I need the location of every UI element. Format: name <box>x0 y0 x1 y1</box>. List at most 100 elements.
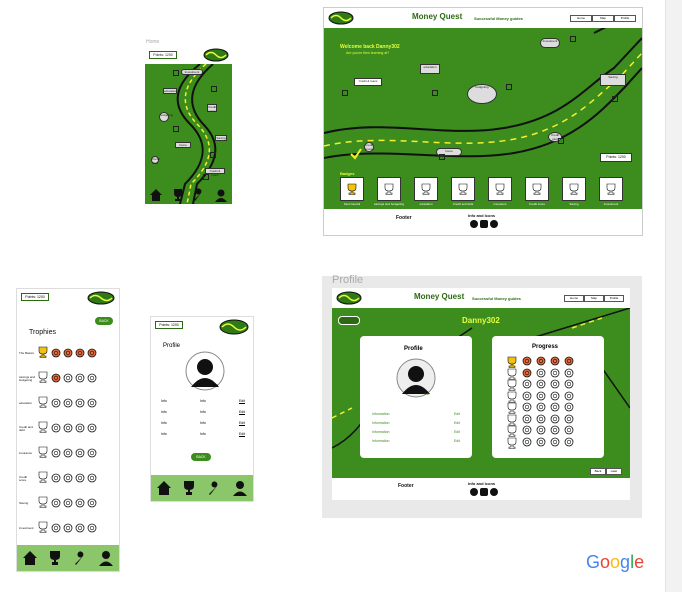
sign-credit-loans[interactable]: Credit & loans <box>354 78 382 86</box>
badge-item[interactable]: Fast Careful <box>340 177 364 206</box>
home-icon[interactable] <box>149 188 163 202</box>
profile-icon[interactable] <box>98 550 114 566</box>
level-checkbox[interactable] <box>558 138 564 144</box>
sign-saving[interactable]: Saving <box>215 135 227 141</box>
desktop-header: Money Quest Successful Money guides Home… <box>332 288 630 308</box>
sign-budget[interactable]: budgeting <box>467 84 497 104</box>
edit-link[interactable]: Edit <box>454 439 460 443</box>
trophy-icon[interactable] <box>181 480 197 496</box>
logo-icon[interactable] <box>328 11 354 25</box>
info-row: Info Info Edit <box>161 410 245 414</box>
edit-link[interactable]: Edit <box>454 421 460 425</box>
badge-label: savings and budgeting <box>373 202 405 206</box>
info-row: Information Edit <box>372 430 460 434</box>
vertical-scrollbar[interactable] <box>665 0 682 592</box>
home-icon[interactable] <box>156 480 172 496</box>
badge-item[interactable]: Saving <box>562 177 586 206</box>
edit-link[interactable]: Edit <box>239 432 245 436</box>
sign-investment[interactable]: Investment <box>540 38 560 48</box>
back-button[interactable]: BACK <box>191 453 211 461</box>
level-checkbox[interactable] <box>432 90 438 96</box>
badge-item[interactable]: Credit and debt <box>451 177 475 206</box>
wrench-icon[interactable] <box>73 550 89 566</box>
edit-link[interactable]: Edit <box>239 399 245 403</box>
facebook-icon[interactable] <box>470 220 478 228</box>
checkmark-icon <box>350 148 362 160</box>
nav-map[interactable]: Map <box>592 15 614 22</box>
trophy-icon[interactable] <box>47 550 63 566</box>
facebook-icon[interactable] <box>470 488 478 496</box>
nav-map[interactable]: Map <box>584 295 604 302</box>
level-checkbox[interactable] <box>612 96 618 102</box>
logo-icon[interactable] <box>87 291 115 305</box>
level-checkbox[interactable] <box>570 36 576 42</box>
edit-link[interactable]: Edit <box>239 421 245 425</box>
info-cell: Info <box>161 421 167 425</box>
nav-profile[interactable]: Profile <box>604 295 624 302</box>
sign-credit-card[interactable]: Credit card <box>151 156 160 165</box>
logo-icon[interactable] <box>219 319 249 335</box>
instagram-icon[interactable] <box>480 220 488 228</box>
level-checkbox[interactable] <box>173 126 179 132</box>
sign-home[interactable]: home <box>175 142 191 148</box>
edit-link[interactable]: Edit <box>454 412 460 416</box>
medal-icon <box>63 498 73 508</box>
badge-item[interactable]: insurance <box>488 177 512 206</box>
trophy-row-label: education <box>19 401 33 406</box>
sign-credit[interactable]: Credit scores <box>364 142 374 152</box>
avatar-icon[interactable] <box>396 358 436 398</box>
avatar-caption[interactable]: Edit <box>213 383 218 387</box>
level-checkbox[interactable] <box>211 86 217 92</box>
badge-item[interactable]: savings and budgeting <box>374 177 404 206</box>
sign-credit[interactable]: Credit scores <box>207 104 217 113</box>
sign-education[interactable]: education <box>420 64 440 74</box>
level-checkbox[interactable] <box>439 154 445 160</box>
nav-home[interactable]: Home <box>564 295 584 302</box>
nav-profile[interactable]: Profile <box>614 15 636 22</box>
avatar-caption[interactable]: Edit <box>424 392 429 396</box>
level-checkbox[interactable] <box>173 70 179 76</box>
desktop-profile-frame: Money Quest Successful Money guides Home… <box>332 288 630 500</box>
wrench-icon[interactable] <box>192 188 206 202</box>
medal-icon <box>87 373 97 383</box>
home-icon[interactable] <box>22 550 38 566</box>
back-button[interactable]: Back <box>590 468 606 475</box>
trophy-icon[interactable] <box>171 188 185 202</box>
back-button-small[interactable] <box>338 316 360 325</box>
level-checkbox[interactable] <box>203 174 209 180</box>
level-checkbox[interactable] <box>210 152 216 158</box>
instagram-icon[interactable] <box>480 488 488 496</box>
level-checkbox[interactable] <box>342 90 348 96</box>
wrench-icon[interactable] <box>207 480 223 496</box>
level-checkbox[interactable] <box>506 84 512 90</box>
badge-item[interactable]: education <box>414 177 438 206</box>
info-row: Information Edit <box>372 412 460 416</box>
medal-icon <box>550 437 560 446</box>
sign-investment[interactable]: Investment <box>181 69 203 75</box>
badge-label: Saving <box>569 202 579 206</box>
later-button[interactable]: Later <box>606 468 622 475</box>
sign-saving[interactable]: Saving <box>600 74 626 86</box>
profile-icon[interactable] <box>214 188 228 202</box>
sign-education[interactable]: education <box>163 88 177 94</box>
avatar-icon[interactable] <box>185 351 225 391</box>
edit-link[interactable]: Edit <box>239 410 245 414</box>
badge-item[interactable]: Credit score <box>525 177 549 206</box>
sign-credit-loans[interactable]: Credit & loans <box>205 168 225 177</box>
badge-item[interactable]: investment <box>599 177 623 206</box>
edit-link[interactable]: Edit <box>454 430 460 434</box>
back-button[interactable]: BACK <box>95 317 113 325</box>
twitter-icon[interactable] <box>490 488 498 496</box>
logo-icon[interactable] <box>203 48 229 62</box>
google-letter: g <box>620 552 631 572</box>
google-letter: o <box>600 552 611 572</box>
social-icons <box>470 220 498 228</box>
frame-label-home: Home <box>146 39 160 45</box>
nav-home[interactable]: Home <box>570 15 592 22</box>
twitter-icon[interactable] <box>490 220 498 228</box>
profile-icon[interactable] <box>232 480 248 496</box>
medal-icon <box>550 425 560 435</box>
sign-budget[interactable]: budgeting <box>159 112 173 122</box>
trophy-row: investment <box>19 518 117 540</box>
logo-icon[interactable] <box>336 291 362 305</box>
